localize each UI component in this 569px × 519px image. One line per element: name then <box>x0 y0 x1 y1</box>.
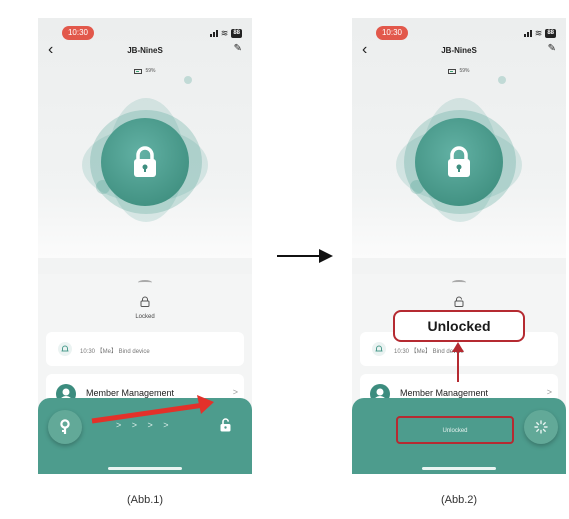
drag-handle[interactable] <box>138 280 152 285</box>
slider-knob[interactable] <box>48 410 82 444</box>
next-step-arrow <box>277 249 333 263</box>
signal-icon <box>523 29 532 37</box>
callout-pointer-arrow <box>452 342 464 382</box>
drag-handle[interactable] <box>452 280 466 285</box>
record-text: 10:30 【Me】 Bind device <box>80 349 150 355</box>
lock-status-icon <box>140 296 150 307</box>
member-management-label: Member Management <box>400 388 489 398</box>
bell-icon <box>372 342 386 356</box>
status-icons: ≋ 88 <box>209 27 242 39</box>
edit-icon[interactable]: ✎ <box>548 43 556 54</box>
unlocked-callout: Unlocked <box>393 310 525 342</box>
edit-icon[interactable]: ✎ <box>234 43 242 54</box>
slide-to-unlock-bar[interactable]: Unlocked <box>352 398 566 474</box>
key-icon <box>60 419 70 434</box>
padlock-icon <box>448 146 470 177</box>
loading-spinner-icon <box>534 420 548 434</box>
battery-icon <box>134 68 143 74</box>
slide-arrows: > > > > <box>116 420 173 430</box>
lock-status-label: Locked <box>135 314 155 320</box>
figure-caption: (Abb.2) <box>440 494 478 506</box>
figure-caption: (Abb.1) <box>126 494 164 506</box>
decor-dot <box>184 76 192 84</box>
bottom-panel: Locked 10:30 【Me】 Bind device Member Man… <box>38 274 252 474</box>
padlock-icon <box>134 146 156 177</box>
device-title: JB-NineS <box>441 46 477 55</box>
device-title: JB-NineS <box>127 46 163 55</box>
unlock-status-icon <box>454 296 464 307</box>
battery-percent: 59% <box>145 68 156 74</box>
signal-icon <box>209 29 218 37</box>
decor-dot <box>498 76 506 84</box>
unlock-icon <box>220 418 231 432</box>
battery-badge: 88 <box>545 28 556 38</box>
wifi-icon: ≋ <box>220 27 229 38</box>
chevron-right-icon: > <box>546 387 552 397</box>
device-battery: 59% <box>352 68 566 74</box>
app-screen-locked: 10:30 ≋ 88 ‹ JB-NineS ✎ 59% Locked 10:30… <box>38 18 252 474</box>
bell-icon <box>58 342 72 356</box>
home-indicator <box>108 467 182 470</box>
status-highlight-box <box>396 416 514 444</box>
battery-icon <box>448 68 457 74</box>
record-card[interactable]: 10:30 【Me】 Bind device <box>46 332 244 366</box>
home-indicator <box>422 467 496 470</box>
wifi-icon: ≋ <box>534 27 543 38</box>
status-time: 10:30 <box>62 26 94 40</box>
battery-badge: 88 <box>231 28 242 38</box>
slide-to-unlock-bar[interactable]: > > > > <box>38 398 252 474</box>
device-battery: 59% <box>38 68 252 74</box>
battery-percent: 59% <box>459 68 470 74</box>
lock-button[interactable] <box>101 118 189 206</box>
lock-hero-area: 10:30 ≋ 88 ‹ JB-NineS ✎ 59% <box>352 18 566 258</box>
lock-hero-area: 10:30 ≋ 88 ‹ JB-NineS ✎ 59% <box>38 18 252 258</box>
status-time: 10:30 <box>376 26 408 40</box>
member-management-label: Member Management <box>86 388 175 398</box>
slider-knob[interactable] <box>524 410 558 444</box>
lock-button[interactable] <box>415 118 503 206</box>
status-icons: ≋ 88 <box>523 27 556 39</box>
app-screen-unlocked: 10:30 ≋ 88 ‹ JB-NineS ✎ 59% 10:30 【Me】 B… <box>352 18 566 474</box>
chevron-right-icon: > <box>232 387 238 397</box>
